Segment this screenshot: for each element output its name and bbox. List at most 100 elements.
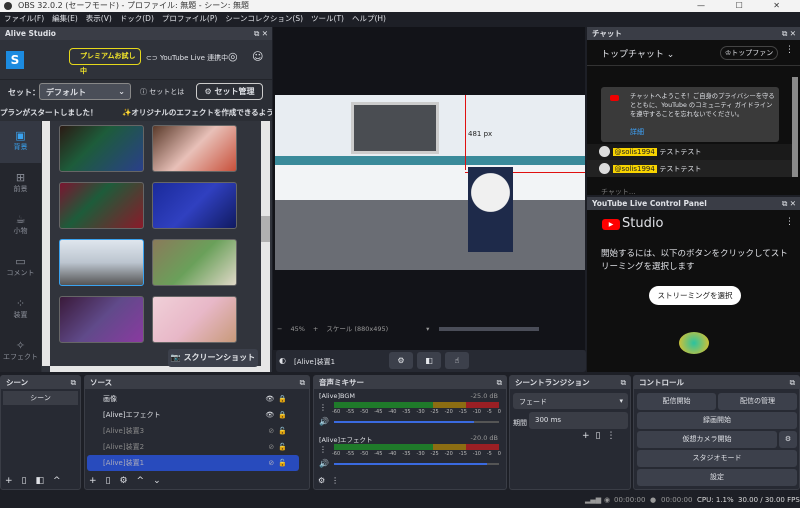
- virtual-camera-settings-gear-icon[interactable]: ⚙: [779, 431, 797, 448]
- transition-select[interactable]: フェード ▾: [513, 393, 628, 409]
- mute-icon[interactable]: 🔊: [319, 417, 329, 426]
- menu-help[interactable]: ヘルプ(H): [352, 12, 386, 26]
- menu-edit[interactable]: 編集(E): [52, 12, 78, 26]
- select-streaming-button[interactable]: ストリーミングを選択: [649, 286, 741, 305]
- sidebar-label: 前景: [13, 185, 28, 193]
- more-icon[interactable]: ⋮: [785, 217, 794, 227]
- visibility-lock-icons[interactable]: 👁🔒: [265, 391, 291, 407]
- filters-icon[interactable]: ◧: [417, 352, 441, 369]
- source-item[interactable]: 画像 👁🔒: [87, 391, 299, 407]
- menu-view[interactable]: 表示(V): [86, 12, 112, 26]
- source-item[interactable]: [Alive]エフェクト 👁🔒: [87, 407, 299, 423]
- float-close-icons[interactable]: ⧉ ✕: [782, 27, 796, 40]
- source-item[interactable]: [Alive]装置2 ⊘🔓: [87, 439, 299, 455]
- window-controls[interactable]: — ☐ ✕: [697, 0, 794, 12]
- chat-message: @solis1994 テストテスト: [587, 144, 792, 160]
- transition-toolbar[interactable]: +▯⋮: [582, 431, 622, 441]
- background-thumb[interactable]: [59, 125, 144, 172]
- signal-icon: ▂▄▆: [585, 496, 602, 504]
- more-icon[interactable]: ⋮: [785, 45, 794, 55]
- chat-mode-select[interactable]: トップチャット ⌄: [601, 47, 674, 60]
- sidebar-item-comment[interactable]: ▭ コメント: [0, 247, 41, 289]
- set-manage-button[interactable]: ⚙ セット管理: [196, 83, 263, 100]
- background-thumb[interactable]: [152, 125, 237, 172]
- interact-icon[interactable]: ☝: [445, 352, 469, 369]
- float-close-icons[interactable]: ⧉ ✕: [782, 197, 796, 210]
- background-thumb[interactable]: [152, 182, 237, 229]
- duration-input[interactable]: 300 ms: [529, 412, 628, 429]
- tick-label: -55: [346, 409, 355, 415]
- float-icon[interactable]: ⧉: [790, 376, 795, 389]
- set-info-link[interactable]: ⓘ セットとは: [140, 87, 184, 97]
- volume-slider[interactable]: [334, 421, 499, 423]
- scrollbar-left[interactable]: [42, 121, 50, 366]
- channel-menu-icon[interactable]: ⋮: [319, 403, 327, 412]
- youtube-control-panel: YouTube Live Control Panel ⧉ ✕ ▶ Studio ⋮…: [587, 197, 800, 372]
- preview-area[interactable]: 481 px −45% + スケール (880x495) ▾: [273, 27, 585, 350]
- source-item-selected[interactable]: [Alive]装置1 ⊘🔓: [87, 455, 299, 471]
- background-thumb[interactable]: [152, 239, 237, 286]
- volume-slider[interactable]: [334, 463, 499, 465]
- scene-transition-dock: シーントランジション ⧉ フェード ▾ 期間 300 ms +▯⋮: [509, 375, 631, 490]
- chat-scrollbar[interactable]: [792, 77, 798, 177]
- scene-item[interactable]: シーン: [3, 391, 78, 405]
- top-fan-button[interactable]: ♔トップファン: [720, 46, 779, 60]
- studio-mode-button[interactable]: スタジオモード: [637, 450, 797, 467]
- account-icon[interactable]: ☺: [252, 50, 263, 63]
- menu-scene-collection[interactable]: シーンコレクション(S): [225, 12, 303, 26]
- sidebar-item-props[interactable]: ☕ 小物: [0, 205, 41, 247]
- float-icon[interactable]: ⧉: [300, 376, 305, 389]
- float-close-icons[interactable]: ⧉ ✕: [254, 27, 268, 40]
- screenshot-button[interactable]: 📷 スクリーンショット: [168, 349, 258, 367]
- sidebar-item-background[interactable]: ▣ 背景: [0, 121, 41, 163]
- start-stream-button[interactable]: 配信開始: [637, 393, 716, 410]
- set-select[interactable]: デフォルト ⌄: [39, 83, 131, 100]
- background-thumb[interactable]: [59, 296, 144, 343]
- scene-toolbar[interactable]: +▯◧^: [5, 476, 70, 486]
- source-item[interactable]: [Alive]装置3 ⊘🔓: [87, 423, 299, 439]
- hidden-lock-icons[interactable]: ⊘🔓: [268, 439, 291, 455]
- mute-icon[interactable]: 🔊: [319, 459, 329, 468]
- scale-dropdown-icon[interactable]: ▾: [426, 325, 429, 333]
- source-name: 画像: [103, 395, 117, 403]
- chat-input[interactable]: チャット...: [601, 187, 636, 197]
- premium-trial-badge[interactable]: プレミアムお試し中: [69, 48, 141, 75]
- float-icon[interactable]: ⧉: [621, 376, 626, 389]
- tick-label: -5: [486, 451, 492, 457]
- gear-icon[interactable]: ⚙: [389, 352, 413, 369]
- chat-username[interactable]: @solis1994: [612, 148, 657, 156]
- manage-stream-button[interactable]: 配信の管理: [718, 393, 797, 410]
- float-icon[interactable]: ⧉: [71, 376, 76, 389]
- menu-docks[interactable]: ドック(D): [120, 12, 154, 26]
- menu-file[interactable]: ファイル(F): [4, 12, 44, 26]
- background-thumb[interactable]: [152, 296, 237, 343]
- sidebar-item-effect[interactable]: ✧ エフェクト: [0, 331, 41, 373]
- globe-icon[interactable]: ◎: [228, 50, 238, 63]
- details-link[interactable]: 詳細: [630, 127, 644, 137]
- menu-tools[interactable]: ツール(T): [311, 12, 344, 26]
- background-thumb-selected[interactable]: [59, 239, 144, 286]
- zoom-in-button[interactable]: +: [313, 325, 318, 333]
- youtube-link-status[interactable]: ⊂⊃ YouTube Live 連携中: [146, 53, 228, 63]
- zoom-out-button[interactable]: −: [277, 325, 282, 333]
- source-name: [Alive]装置3: [103, 427, 145, 435]
- menu-profile[interactable]: プロファイル(P): [162, 12, 217, 26]
- start-recording-button[interactable]: 録画開始: [637, 412, 797, 429]
- preview-hscroll[interactable]: [439, 327, 540, 331]
- source-toolbar[interactable]: +▯⚙^⌄: [89, 476, 170, 486]
- background-thumb[interactable]: [59, 182, 144, 229]
- visibility-lock-icons[interactable]: 👁🔒: [265, 407, 291, 423]
- chat-username[interactable]: @solis1994: [612, 165, 657, 173]
- gallery-scrollbar[interactable]: [261, 121, 270, 366]
- sidebar-item-device[interactable]: ⁘ 装置: [0, 289, 41, 331]
- channel-menu-icon[interactable]: ⋮: [319, 445, 327, 454]
- start-virtual-camera-button[interactable]: 仮想カメラ開始: [637, 431, 777, 448]
- hidden-lock-icons[interactable]: ⊘🔓: [268, 423, 291, 439]
- settings-button[interactable]: 設定: [637, 469, 797, 486]
- chevron-down-icon: ⌄: [118, 87, 125, 96]
- sidebar-item-foreground[interactable]: ⊞ 前景: [0, 163, 41, 205]
- float-icon[interactable]: ⧉: [497, 376, 502, 389]
- mixer-toolbar[interactable]: ⚙⋮: [318, 476, 345, 485]
- hidden-lock-icons[interactable]: ⊘🔓: [268, 455, 291, 471]
- avatar-character[interactable]: [468, 167, 513, 252]
